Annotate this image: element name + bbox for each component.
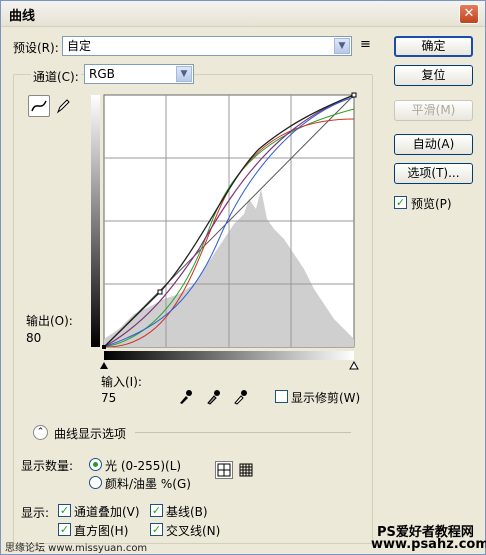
menu-lines-icon[interactable]: ≡ [360, 37, 371, 52]
channel-label: 通道(C): [31, 68, 81, 85]
chevron-down-icon: ▼ [176, 66, 192, 82]
close-button[interactable]: ✕ [459, 4, 479, 24]
title-bar: 曲线 ✕ [1, 1, 485, 27]
curve-endpoint-black[interactable] [102, 345, 106, 349]
input-value: 75 [101, 391, 117, 405]
smooth-button[interactable]: 平滑(M) [394, 100, 473, 121]
preset-select[interactable]: 自定 ▼ [62, 36, 352, 56]
divider [135, 432, 351, 433]
window-title: 曲线 [9, 9, 36, 24]
channel-value: RGB [89, 67, 115, 81]
grid-10-icon[interactable] [238, 462, 254, 478]
intersection-checkbox[interactable]: ✓ [150, 523, 163, 536]
chevron-down-icon: ▼ [334, 38, 350, 54]
auto-button[interactable]: 自动(A) [394, 134, 473, 155]
preview-label: 预览(P) [411, 197, 452, 211]
black-eyedropper-icon[interactable] [177, 388, 193, 406]
show-clipping-label: 显示修剪(W) [291, 391, 361, 405]
watermark-right-url: www.psahz.com [371, 537, 486, 552]
channel-select[interactable]: RGB ▼ [84, 64, 194, 84]
preview-checkbox[interactable]: ✓ [394, 196, 407, 209]
baseline-checkbox[interactable]: ✓ [150, 504, 163, 517]
show-amount-label: 显示数量: [21, 459, 74, 473]
channel-overlay-label: 通道叠加(V) [74, 505, 140, 519]
grid-4-icon[interactable] [215, 461, 233, 479]
white-slider[interactable] [349, 360, 359, 370]
curve-endpoint-white[interactable] [351, 92, 357, 98]
histogram-checkbox[interactable]: ✓ [58, 523, 71, 536]
curves-graph[interactable] [89, 89, 363, 374]
preset-label: 预设(R): [13, 41, 59, 55]
output-value: 80 [26, 331, 42, 345]
pencil-icon[interactable] [54, 97, 72, 115]
curves-dialog: 曲线 ✕ 预设(R): 自定 ▼ ≡ 确定 复位 平滑(M) 自动(A) 选项(… [0, 0, 486, 555]
baseline-label: 基线(B) [166, 505, 208, 519]
output-label: 输出(O): [26, 314, 73, 328]
collapse-icon[interactable]: ⌃ [33, 425, 48, 440]
light-radio[interactable] [89, 458, 102, 471]
options-button[interactable]: 选项(T)... [394, 163, 473, 184]
histogram-label: 直方图(H) [74, 524, 129, 538]
reset-button[interactable]: 复位 [394, 65, 473, 86]
show-label: 显示: [21, 506, 50, 520]
curve-options-label: 曲线显示选项 [54, 427, 127, 441]
gray-eyedropper-icon[interactable] [205, 388, 221, 406]
show-clipping-checkbox[interactable]: ✓ [275, 390, 288, 403]
curve-tool-icon[interactable] [28, 95, 50, 117]
input-gradient-bar [104, 351, 354, 360]
white-eyedropper-icon[interactable] [232, 388, 248, 406]
curve-point[interactable] [157, 289, 163, 295]
channel-overlay-checkbox[interactable]: ✓ [58, 504, 71, 517]
preset-value: 自定 [67, 39, 92, 53]
input-label: 输入(I): [101, 375, 142, 389]
black-slider[interactable] [100, 362, 108, 369]
pigment-radio-label: 颜料/油墨 %(G) [105, 477, 191, 491]
output-gradient-bar [91, 95, 100, 347]
light-radio-label: 光 (0-255)(L) [105, 459, 182, 473]
pigment-radio[interactable] [89, 476, 102, 489]
ok-button[interactable]: 确定 [394, 36, 473, 57]
watermark-left: 思缘论坛 www.missyuan.com [5, 543, 148, 554]
intersection-label: 交叉线(N) [166, 524, 221, 538]
